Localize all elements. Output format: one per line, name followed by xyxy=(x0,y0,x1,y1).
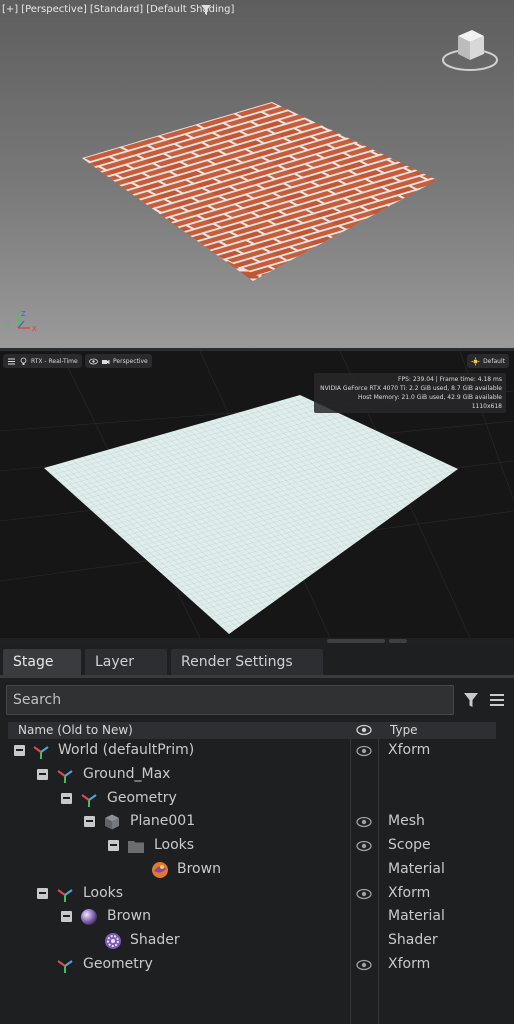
prim-type: Xform xyxy=(388,885,431,901)
type-column-header[interactable]: Type xyxy=(390,723,418,737)
tree-row-looks-xform[interactable]: Looks Xform xyxy=(0,883,514,906)
sun-icon xyxy=(471,357,480,365)
panel-tabs: Stage Layer Render Settings xyxy=(3,649,323,675)
prim-type: Shader xyxy=(388,932,438,948)
eye-icon[interactable] xyxy=(356,959,372,971)
shader-gear-icon xyxy=(105,933,121,949)
material-swatch-icon xyxy=(152,862,168,878)
collapse-toggle[interactable] xyxy=(84,816,95,827)
prim-label: Geometry xyxy=(83,956,153,972)
tree-row-world[interactable]: World (defaultPrim) Xform xyxy=(0,740,514,763)
camera-icon xyxy=(102,359,110,364)
tab-stage[interactable]: Stage xyxy=(3,649,81,675)
viewport-render-toolbar[interactable]: RTX - Real-Time xyxy=(3,354,82,368)
viewport-stats-overlay: FPS: 239.04 | Frame time: 4.18 ms NVIDIA… xyxy=(314,373,506,413)
eye-icon[interactable] xyxy=(356,745,372,757)
prim-type: Xform xyxy=(388,742,431,758)
gizmo-x-label: X xyxy=(32,325,37,333)
collapse-toggle[interactable] xyxy=(61,793,72,804)
prim-label: Brown xyxy=(177,861,221,877)
xform-icon xyxy=(57,960,73,973)
viewport-shading-label[interactable]: [Default Shading] xyxy=(146,4,234,15)
prim-type: Mesh xyxy=(388,813,425,829)
tree-row-looks-scope[interactable]: Looks Scope xyxy=(0,835,514,858)
prim-type: Xform xyxy=(388,956,431,972)
tree-row-plane001[interactable]: Plane001 Mesh xyxy=(0,811,514,834)
prim-label: Geometry xyxy=(107,790,177,806)
tree-column-header: Name (Old to New) Type xyxy=(8,722,496,739)
xform-icon xyxy=(81,794,97,807)
prim-label: Brown xyxy=(107,908,151,924)
stage-panel: Stage Layer Render Settings Name (Old to… xyxy=(0,645,514,1024)
prim-label: World (defaultPrim) xyxy=(58,742,195,758)
viewport-lighting-toolbar[interactable]: Default xyxy=(467,354,509,368)
filter-icon[interactable] xyxy=(200,4,212,16)
prim-label: Looks xyxy=(154,837,195,853)
axis-gizmo-icon: Y Z X xyxy=(5,310,37,333)
prim-label: Looks xyxy=(83,885,124,901)
camera-label[interactable]: Perspective xyxy=(113,358,148,365)
eye-icon[interactable] xyxy=(356,724,372,736)
eye-icon[interactable] xyxy=(356,888,372,900)
viewport-view-label[interactable]: [Perspective] xyxy=(21,4,87,15)
prim-type: Scope xyxy=(388,837,431,853)
search-row xyxy=(6,685,506,715)
xform-icon xyxy=(57,889,73,902)
tab-layer[interactable]: Layer xyxy=(85,649,167,675)
gizmo-y-label: Y xyxy=(5,322,11,330)
eye-icon[interactable] xyxy=(89,357,98,366)
prim-label: Ground_Max xyxy=(83,766,171,782)
tab-strip-divider xyxy=(0,675,514,678)
collapse-toggle[interactable] xyxy=(108,840,119,851)
name-column-header[interactable]: Name (Old to New) xyxy=(18,723,133,737)
folder-icon xyxy=(128,841,144,853)
prim-type: Material xyxy=(388,861,445,877)
max-perspective-viewport[interactable]: [+] [Perspective] [Standard] [Default Sh… xyxy=(0,0,514,348)
omniverse-viewport[interactable]: RTX - Real-Time Perspective Default FPS:… xyxy=(0,351,514,638)
lighting-label[interactable]: Default xyxy=(483,358,505,365)
search-input[interactable] xyxy=(6,685,454,715)
tree-row-shader[interactable]: Shader Shader xyxy=(0,930,514,953)
collapse-toggle[interactable] xyxy=(37,769,48,780)
viewport-menu-button[interactable]: [+] xyxy=(2,4,18,15)
xform-icon xyxy=(33,746,49,759)
collapse-toggle[interactable] xyxy=(61,911,72,922)
render-mode-label[interactable]: RTX - Real-Time xyxy=(31,358,78,365)
viewcube-icon[interactable] xyxy=(440,24,500,76)
collapse-toggle[interactable] xyxy=(37,888,48,899)
tab-render-settings[interactable]: Render Settings xyxy=(171,649,323,675)
filter-icon[interactable] xyxy=(462,691,480,709)
hamburger-menu-icon[interactable] xyxy=(488,691,506,709)
material-sphere-icon xyxy=(81,909,97,925)
prim-type: Material xyxy=(388,908,445,924)
bulb-icon xyxy=(20,357,27,365)
xform-icon xyxy=(57,770,73,783)
brick-plane-render xyxy=(82,102,437,281)
panel-splitter-handle-secondary[interactable] xyxy=(389,639,407,643)
mesh-cube-icon xyxy=(105,814,119,830)
tree-row-brown-sphere[interactable]: Brown Material xyxy=(0,906,514,929)
resolution-stat: 1110x618 xyxy=(471,403,502,410)
tree-row-ground-max[interactable]: Ground_Max xyxy=(0,764,514,787)
tree-row-geometry-root[interactable]: Geometry Xform xyxy=(0,954,514,977)
eye-icon[interactable] xyxy=(356,840,372,852)
tree-row-geometry[interactable]: Geometry xyxy=(0,788,514,811)
prim-label: Plane001 xyxy=(130,813,196,829)
panel-splitter-handle[interactable] xyxy=(327,639,385,643)
gpu-memory-stat: NVIDIA GeForce RTX 4070 Ti: 2.2 GiB used… xyxy=(320,385,502,392)
collapse-toggle[interactable] xyxy=(14,745,25,756)
settings-icon[interactable] xyxy=(7,357,16,366)
viewport-standard-label[interactable]: [Standard] xyxy=(90,4,143,15)
gizmo-z-label: Z xyxy=(21,310,26,318)
prim-label: Shader xyxy=(130,932,180,948)
host-memory-stat: Host Memory: 21.0 GiB used, 42.9 GiB ava… xyxy=(358,394,502,401)
fps-stat: FPS: 239.04 | Frame time: 4.18 ms xyxy=(398,376,502,383)
viewport-camera-toolbar[interactable]: Perspective xyxy=(85,354,152,368)
tree-row-brown-material[interactable]: Brown Material xyxy=(0,859,514,882)
eye-icon[interactable] xyxy=(356,816,372,828)
